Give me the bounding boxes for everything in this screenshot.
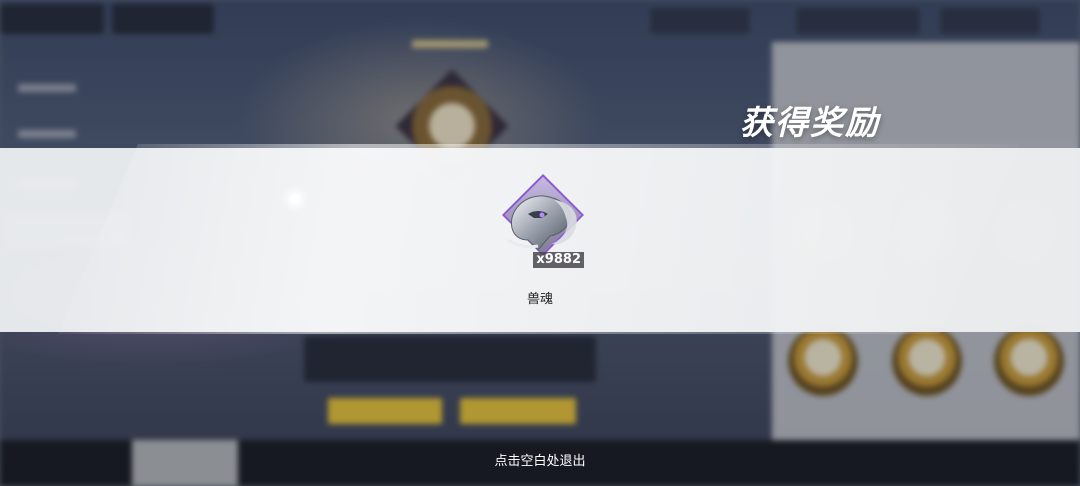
- exit-hint: 点击空白处退出: [494, 454, 586, 469]
- reward-item-slot[interactable]: x9882: [498, 173, 585, 268]
- reward-title: 获得奖励: [740, 103, 880, 142]
- item-quantity: x9882: [533, 252, 584, 268]
- item-name: 兽魂: [526, 292, 553, 307]
- sparkle-icon: [290, 194, 300, 204]
